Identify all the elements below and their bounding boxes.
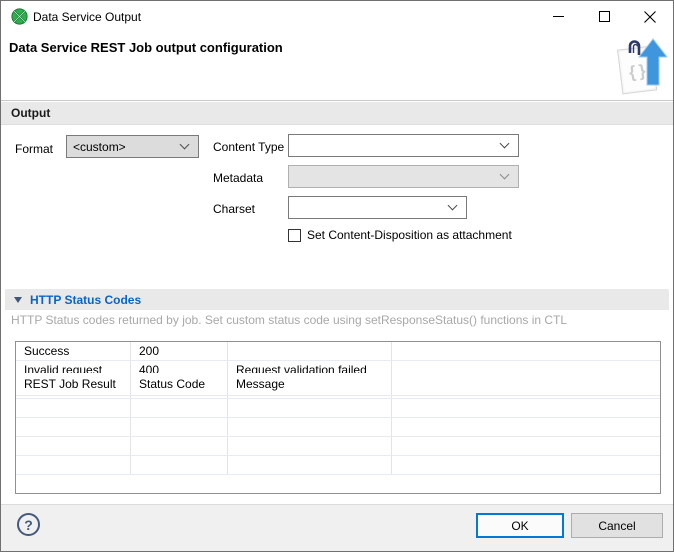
table-row[interactable] bbox=[16, 399, 660, 418]
table-cell bbox=[16, 399, 131, 417]
cancel-button[interactable]: Cancel bbox=[571, 513, 663, 538]
metadata-label: Metadata bbox=[213, 171, 263, 185]
table-row[interactable] bbox=[16, 437, 660, 456]
window-title: Data Service Output bbox=[33, 10, 141, 24]
dialog-window: Data Service Output Data Service REST Jo… bbox=[0, 0, 674, 552]
content-type-label: Content Type bbox=[213, 140, 284, 154]
status-table: REST Job ResultStatus CodeMessage Success… bbox=[15, 341, 661, 494]
column-header: Status Code bbox=[131, 373, 228, 395]
svg-text:{ }: { } bbox=[628, 61, 647, 82]
maximize-button[interactable] bbox=[581, 1, 627, 32]
table-cell bbox=[392, 456, 660, 474]
metadata-select bbox=[288, 165, 519, 188]
table-cell bbox=[228, 437, 392, 455]
column-header: REST Job Result bbox=[16, 373, 131, 395]
content-disposition-label: Set Content-Disposition as attachment bbox=[307, 228, 512, 242]
http-status-description: HTTP Status codes returned by job. Set c… bbox=[11, 313, 567, 327]
charset-label: Charset bbox=[213, 202, 255, 216]
minimize-button[interactable] bbox=[535, 1, 581, 32]
button-bar: ? OK Cancel bbox=[1, 504, 673, 551]
table-cell: Success bbox=[16, 342, 131, 360]
table-cell bbox=[228, 399, 392, 417]
table-cell bbox=[16, 456, 131, 474]
minimize-icon bbox=[553, 11, 564, 22]
maximize-icon bbox=[599, 11, 610, 22]
format-label: Format bbox=[15, 142, 53, 156]
table-cell bbox=[392, 399, 660, 417]
content-disposition-checkbox[interactable] bbox=[288, 229, 301, 242]
table-cell bbox=[131, 437, 228, 455]
table-header-row: REST Job ResultStatus CodeMessage bbox=[16, 373, 660, 396]
close-button[interactable] bbox=[627, 1, 673, 32]
charset-select[interactable] bbox=[288, 196, 467, 219]
http-status-section-header[interactable]: HTTP Status Codes bbox=[5, 289, 669, 310]
ok-button[interactable]: OK bbox=[476, 513, 564, 538]
chevron-down-icon bbox=[448, 201, 458, 211]
close-icon bbox=[644, 11, 656, 23]
table-row[interactable] bbox=[16, 456, 660, 475]
table-cell bbox=[392, 437, 660, 455]
format-select[interactable]: <custom> bbox=[66, 135, 199, 158]
table-cell bbox=[228, 456, 392, 474]
dialog-header: Data Service REST Job output configurati… bbox=[1, 32, 673, 101]
table-row[interactable] bbox=[16, 418, 660, 437]
content-disposition-checkbox-row[interactable]: Set Content-Disposition as attachment bbox=[288, 228, 512, 242]
table-cell bbox=[392, 418, 660, 436]
table-cell bbox=[131, 456, 228, 474]
table-cell bbox=[131, 418, 228, 436]
rest-output-illustration-icon: { } bbox=[607, 35, 667, 99]
dialog-header-title: Data Service REST Job output configurati… bbox=[9, 40, 283, 55]
table-cell bbox=[131, 399, 228, 417]
format-value: <custom> bbox=[67, 140, 181, 154]
app-logo-icon bbox=[11, 8, 28, 25]
table-cell bbox=[16, 418, 131, 436]
chevron-down-icon bbox=[500, 139, 510, 149]
table-cell bbox=[228, 418, 392, 436]
chevron-down-icon bbox=[500, 170, 510, 180]
column-header: Message bbox=[228, 373, 392, 395]
table-cell: 200 bbox=[131, 342, 228, 360]
title-bar: Data Service Output bbox=[1, 1, 673, 32]
output-section-bar: Output bbox=[1, 102, 673, 125]
table-row[interactable]: Success200 bbox=[16, 342, 660, 361]
content-type-select[interactable] bbox=[288, 134, 519, 157]
output-section-title: Output bbox=[11, 106, 50, 120]
chevron-down-icon bbox=[180, 140, 190, 150]
table-cell bbox=[392, 342, 660, 360]
help-button[interactable]: ? bbox=[17, 513, 40, 536]
collapse-triangle-icon bbox=[14, 297, 22, 303]
http-status-section-title: HTTP Status Codes bbox=[30, 293, 141, 307]
table-cell bbox=[16, 437, 131, 455]
table-cell bbox=[228, 342, 392, 360]
column-header bbox=[392, 373, 660, 395]
